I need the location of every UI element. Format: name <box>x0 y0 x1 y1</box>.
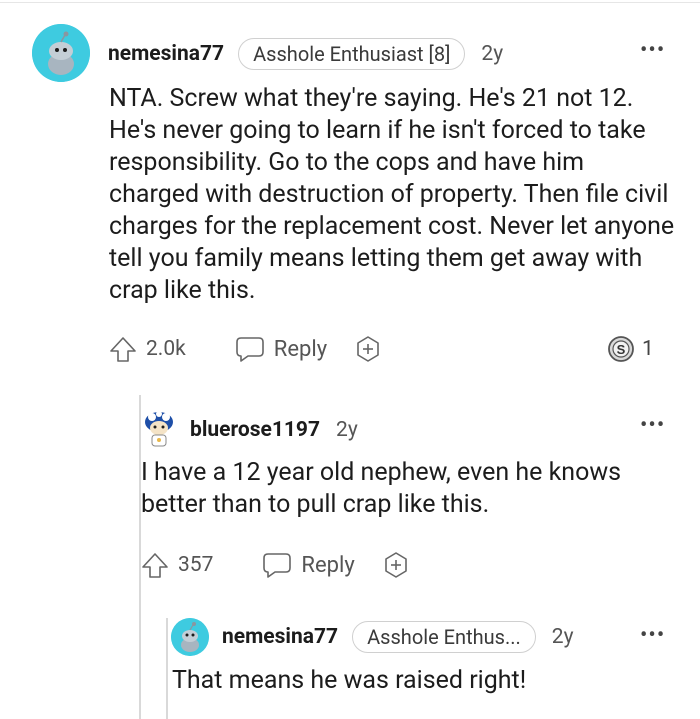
divider <box>0 2 700 3</box>
comment-age: 2y <box>336 418 358 442</box>
more-options-button[interactable]: ••• <box>640 625 665 647</box>
svg-text:S: S <box>617 342 626 357</box>
reply-bubble-icon <box>235 337 264 362</box>
user-flair: Asshole Enthus... <box>352 621 536 653</box>
award-count: 1 <box>642 337 654 361</box>
reply-button[interactable]: Reply <box>234 334 327 364</box>
comment-age: 2y <box>481 42 504 66</box>
comment-body: I have a 12 year old nephew, even he kno… <box>141 458 622 519</box>
more-options-button[interactable]: ••• <box>640 415 665 437</box>
upvote-button[interactable]: 357 <box>140 550 213 580</box>
user-flair: Asshole Enthusiast [8] <box>238 38 466 70</box>
award-plus-icon <box>384 552 407 578</box>
award-plus-icon <box>357 336 379 362</box>
comment-body: That means he was raised right! <box>172 666 527 695</box>
snoo-avatar-icon <box>171 618 209 656</box>
comment-age: 2y <box>551 625 574 649</box>
award-button[interactable] <box>353 334 383 364</box>
upvote-icon <box>142 553 168 578</box>
upvote-count: 357 <box>178 553 214 577</box>
more-dots-icon: ••• <box>640 38 666 63</box>
more-options-button[interactable]: ••• <box>640 40 665 62</box>
more-dots-icon: ••• <box>640 623 666 648</box>
avatar[interactable] <box>171 618 209 656</box>
award-button[interactable] <box>381 550 411 580</box>
snoo-avatar-icon <box>32 24 90 82</box>
award-badge[interactable]: S 1 <box>606 334 654 364</box>
reply-label: Reply <box>273 336 328 362</box>
silver-award-icon: S <box>608 336 634 362</box>
user-avatar-icon <box>145 411 173 447</box>
reply-label: Reply <box>301 552 355 578</box>
reply-bubble-icon <box>263 553 292 578</box>
upvote-count: 2.0k <box>146 337 186 361</box>
avatar[interactable] <box>141 409 177 449</box>
thread-line-nested[interactable] <box>166 618 168 719</box>
reply-button[interactable]: Reply <box>261 550 355 580</box>
username[interactable]: bluerose1197 <box>190 418 320 442</box>
more-dots-icon: ••• <box>640 413 666 438</box>
comment-body: NTA. Screw what they're saying. He's 21 … <box>109 84 675 305</box>
avatar[interactable] <box>32 24 90 82</box>
upvote-button[interactable]: 2.0k <box>108 334 186 364</box>
upvote-icon <box>110 337 136 362</box>
username[interactable]: nemesina77 <box>222 625 338 649</box>
username[interactable]: nemesina77 <box>108 42 224 66</box>
